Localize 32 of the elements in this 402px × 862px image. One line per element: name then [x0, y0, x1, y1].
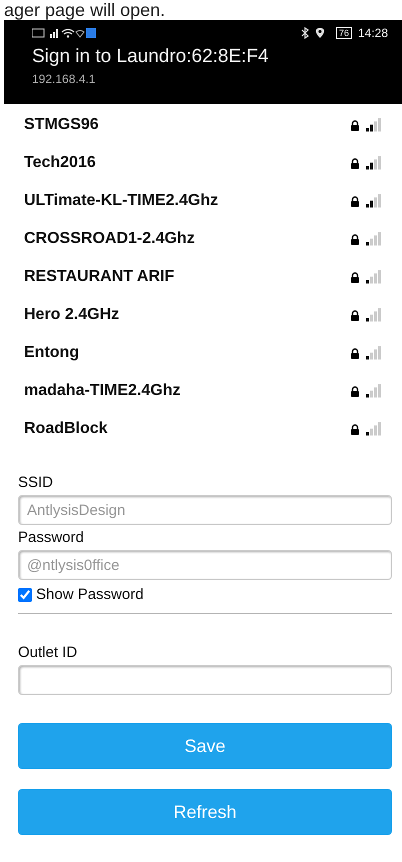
network-name[interactable]: RoadBlock: [24, 420, 344, 438]
network-name[interactable]: madaha-TIME2.4Ghz: [24, 382, 344, 400]
lock-icon: [350, 310, 360, 320]
network-name[interactable]: Tech2016: [24, 154, 344, 172]
header-address: 192.168.4.1: [32, 72, 96, 86]
field-label: Password: [18, 529, 85, 546]
status-time: 14:28: [358, 26, 388, 40]
field-label: Outlet ID: [18, 644, 78, 661]
network-name[interactable]: ULTimate-KL-TIME2.4Ghz: [24, 192, 344, 210]
network-name[interactable]: STMGS96: [24, 116, 344, 134]
lock-icon: [350, 424, 360, 434]
password-field[interactable]: @ntlysis0ffice: [18, 550, 392, 580]
network-name[interactable]: RESTAURANT ARIF: [24, 268, 344, 286]
lock-icon: [350, 386, 360, 396]
lock-icon: [350, 272, 360, 282]
lock-icon: [350, 348, 360, 358]
page-text: ager page will open.: [3, 0, 166, 20]
network-name[interactable]: Hero 2.4GHz: [24, 306, 344, 324]
header-title: Sign in to Laundro:62:8E:F4: [32, 46, 270, 68]
network-name[interactable]: Entong: [24, 344, 344, 362]
lock-icon: [350, 196, 360, 206]
checkbox-label: Show Password: [36, 586, 144, 603]
show-password-checkbox[interactable]: [18, 588, 32, 602]
field-label: SSID: [18, 474, 54, 491]
outlet-id-field[interactable]: [18, 665, 392, 695]
ssid-field[interactable]: AntlysisDesign: [18, 495, 392, 525]
lock-icon: [350, 158, 360, 168]
lock-icon: [350, 234, 360, 244]
battery-level: 76: [336, 27, 352, 39]
lock-icon: [350, 120, 360, 130]
network-status-icon: [32, 27, 96, 39]
network-name[interactable]: CROSSROAD1-2.4Ghz: [24, 230, 344, 248]
